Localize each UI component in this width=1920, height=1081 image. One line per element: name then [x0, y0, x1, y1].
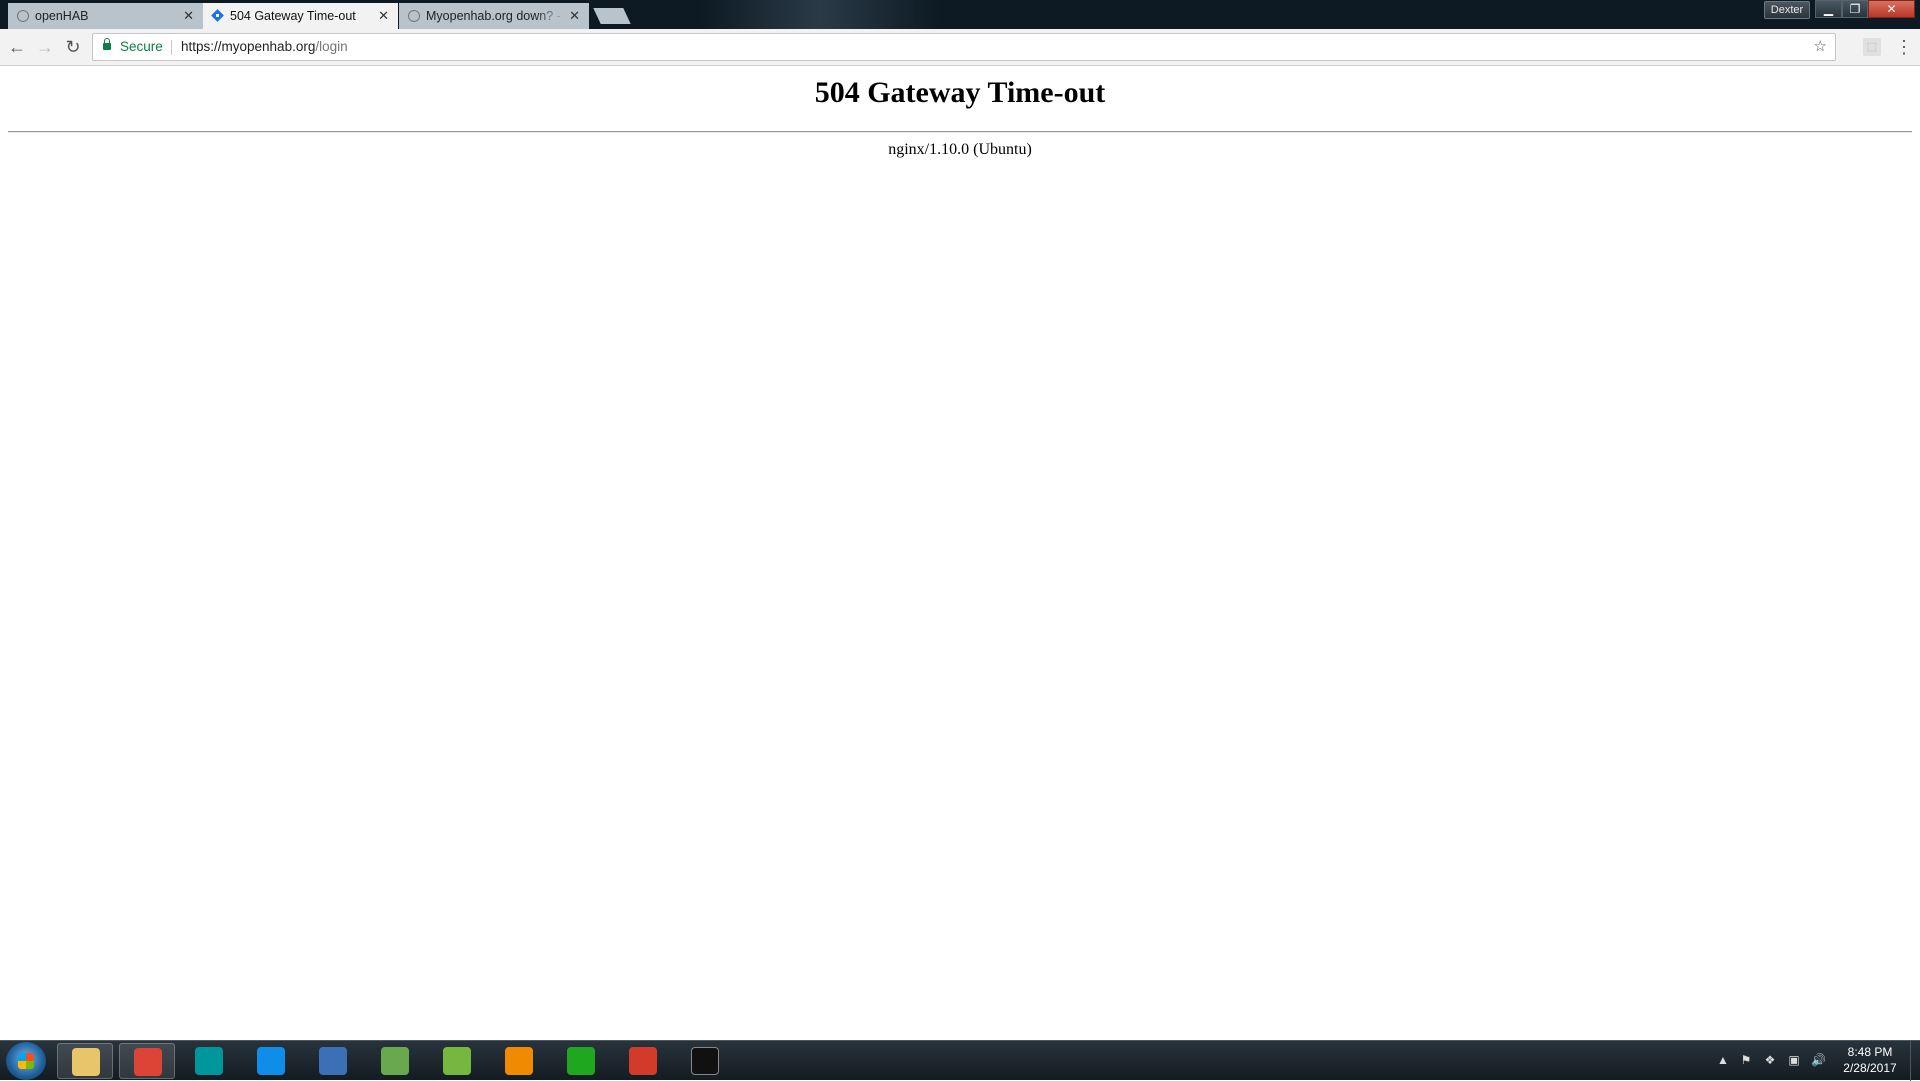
openhab-icon [17, 10, 29, 22]
command-prompt-icon [691, 1047, 719, 1075]
browser-toolbar: ← → ↻ Secure https://myopenhab.org/login… [0, 29, 1920, 66]
tab-openhab[interactable]: openHAB ✕ [8, 3, 203, 29]
page-icon [212, 10, 224, 22]
lock-icon [103, 38, 111, 50]
action-center-flag-icon[interactable]: ⚑ [1739, 1053, 1753, 1067]
tab-title-fade [535, 3, 565, 29]
minimize-button[interactable]: ▁ [1815, 0, 1842, 18]
taskbar-app-button[interactable] [57, 1043, 113, 1079]
utorrent-icon [443, 1047, 471, 1075]
taskbar-app-button[interactable] [305, 1043, 361, 1079]
extension-icon[interactable]: ⬚ [1863, 38, 1881, 56]
tab-504-gateway-timeout[interactable]: 504 Gateway Time-out ✕ [203, 3, 398, 29]
taskbar-app-button[interactable] [181, 1043, 237, 1079]
taskbar-app-button[interactable] [677, 1043, 733, 1079]
taskbar-app-button[interactable] [615, 1043, 671, 1079]
new-tab-button[interactable] [593, 8, 631, 24]
titlebar-glare [700, 0, 940, 29]
reload-button[interactable]: ↻ [62, 36, 84, 58]
maximize-button[interactable]: ❐ [1842, 0, 1868, 18]
windows-taskbar: ▲ ⚑ ❖ ▣ 🔊 8:48 PM 2/28/2017 [0, 1040, 1920, 1081]
horizontal-rule [8, 131, 1912, 133]
openhab-icon [408, 10, 420, 22]
browser-titlebar: openHAB ✕ 504 Gateway Time-out ✕ Myopenh… [0, 0, 1920, 29]
show-hidden-icons-icon[interactable]: ▲ [1716, 1053, 1730, 1067]
profile-button[interactable]: Dexter [1764, 1, 1810, 19]
spreadsheet-icon [381, 1047, 409, 1075]
network-tool-icon [319, 1047, 347, 1075]
dropbox-icon[interactable]: ❖ [1763, 1053, 1777, 1067]
chrome-icon [134, 1048, 162, 1076]
vlc-icon [505, 1047, 533, 1075]
clock-date: 2/28/2017 [1843, 1061, 1897, 1075]
file-explorer-icon [72, 1048, 100, 1076]
clock-time: 8:48 PM [1847, 1045, 1893, 1059]
url-host: https://myopenhab.org [181, 39, 316, 54]
taskbar-app-button[interactable] [553, 1043, 609, 1079]
tab-title: openHAB [35, 9, 89, 23]
tab-title: 504 Gateway Time-out [230, 9, 356, 23]
pen-tool-icon [629, 1047, 657, 1075]
close-icon[interactable]: ✕ [569, 3, 580, 29]
system-clock[interactable]: 8:48 PM 2/28/2017 [1834, 1044, 1906, 1076]
taskbar-app-button[interactable] [429, 1043, 485, 1079]
taskbar-app-button[interactable] [367, 1043, 423, 1079]
window-close-button[interactable]: ✕ [1868, 0, 1915, 18]
server-info: nginx/1.10.0 (Ubuntu) [888, 141, 1032, 158]
security-label[interactable]: Secure [120, 34, 163, 60]
tab-myopenhab-down[interactable]: Myopenhab.org down? - ✕ [399, 3, 589, 29]
page-title: 504 Gateway Time-out [814, 76, 1106, 109]
menu-icon[interactable]: ⋮ [1895, 34, 1913, 60]
show-desktop-button[interactable] [1910, 1041, 1920, 1081]
tab-title-fade [149, 3, 179, 29]
forward-button[interactable]: → [34, 36, 56, 58]
address-divider [171, 40, 172, 55]
page-content: 504 Gateway Time-out nginx/1.10.0 (Ubunt… [0, 66, 1920, 1040]
url-path: /login [315, 39, 348, 54]
volume-icon[interactable]: 🔊 [1811, 1053, 1826, 1067]
close-icon[interactable]: ✕ [378, 3, 389, 29]
url-text[interactable]: https://myopenhab.org/login [181, 34, 348, 60]
taskbar-app-button[interactable] [243, 1043, 299, 1079]
network-icon[interactable]: ▣ [1787, 1053, 1801, 1067]
address-bar[interactable]: Secure https://myopenhab.org/login ☆ [92, 33, 1836, 61]
start-button[interactable] [6, 1042, 46, 1080]
close-icon[interactable]: ✕ [183, 3, 194, 29]
green-app-icon [567, 1047, 595, 1075]
taskbar-app-button[interactable] [119, 1043, 175, 1079]
teamviewer-icon [257, 1047, 285, 1075]
windows-logo-icon [18, 1053, 34, 1069]
bookmark-star-icon[interactable]: ☆ [1814, 34, 1827, 60]
taskbar-app-button[interactable] [491, 1043, 547, 1079]
back-button[interactable]: ← [6, 36, 28, 58]
arduino-icon [195, 1047, 223, 1075]
